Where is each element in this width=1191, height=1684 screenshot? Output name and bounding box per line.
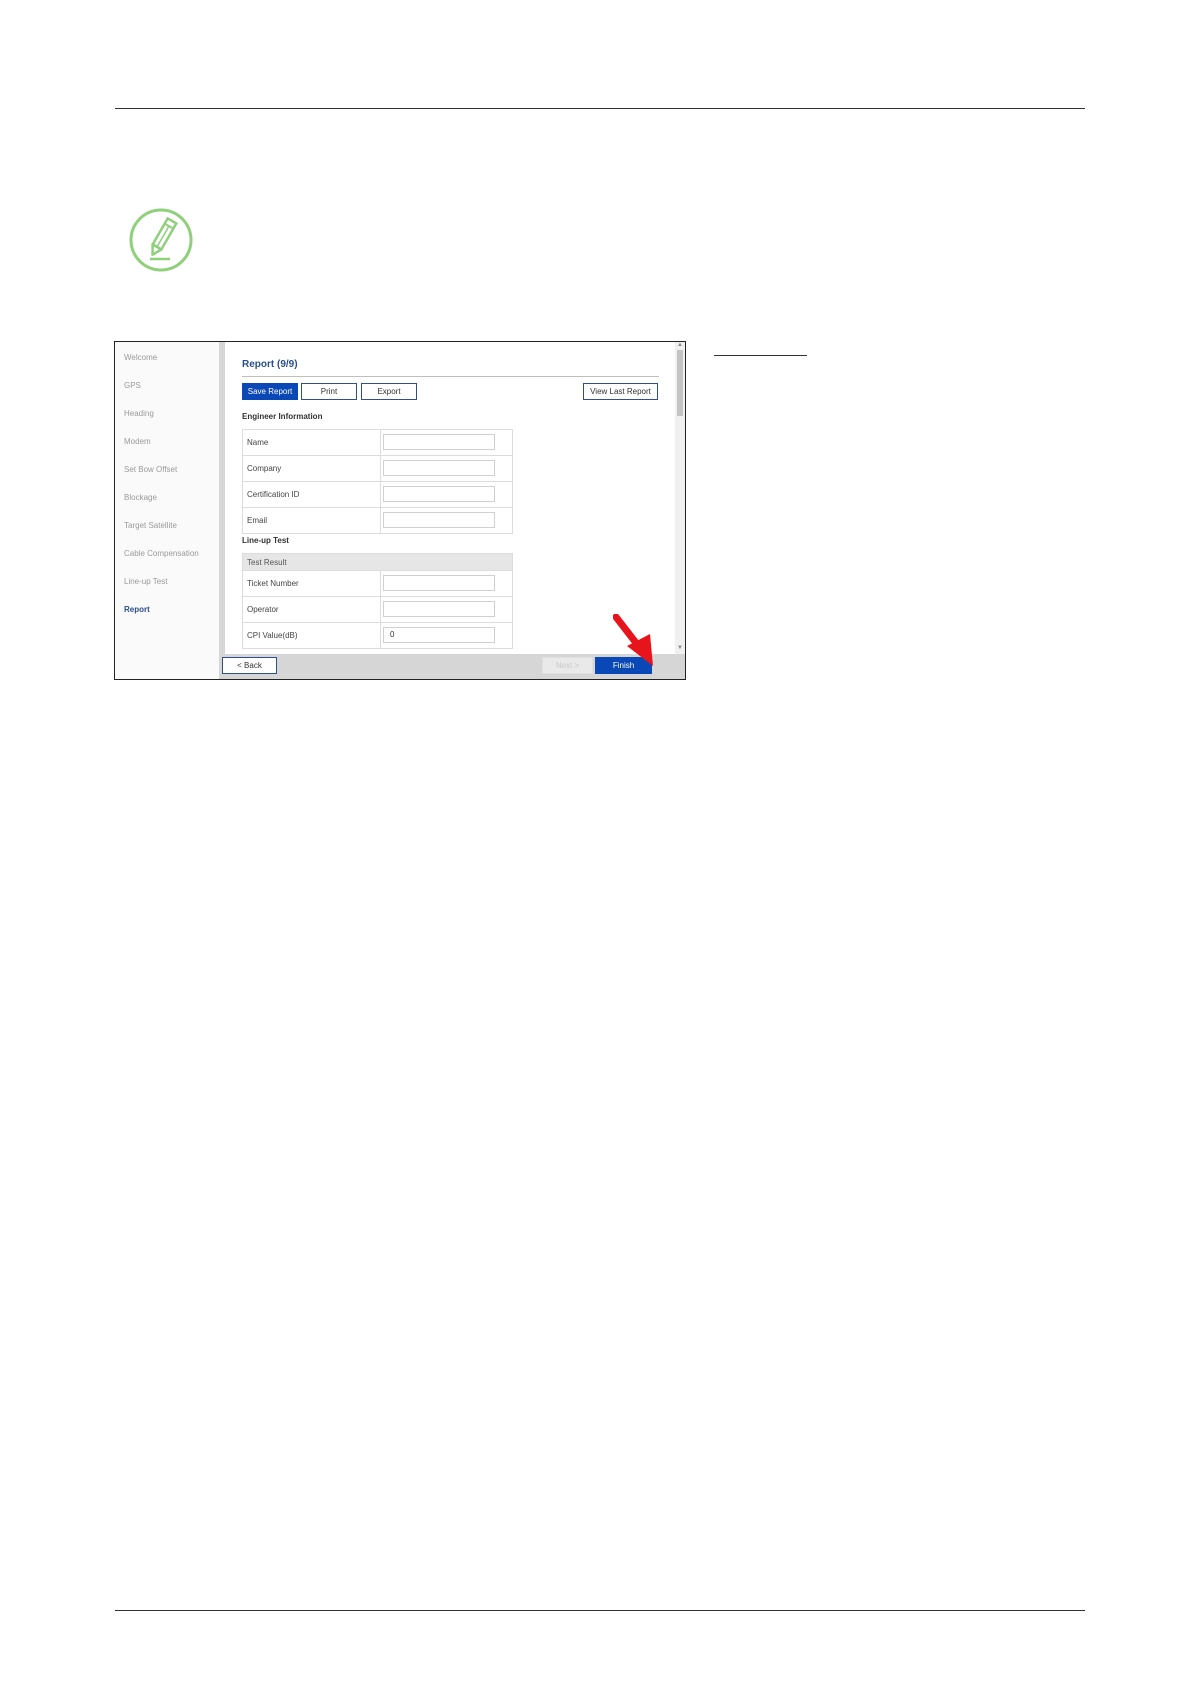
- ticket-number-label: Ticket Number: [247, 579, 299, 588]
- test-result-header: Test Result: [243, 554, 513, 571]
- lineup-test-table: Test Result Ticket Number Operator CPI V…: [242, 553, 513, 649]
- sidebar-item-report[interactable]: Report: [124, 605, 150, 614]
- name-field[interactable]: [383, 434, 495, 450]
- text-underline: [714, 355, 807, 356]
- wizard-sidebar: Welcome GPS Heading Modem Set Bow Offset…: [115, 342, 219, 679]
- email-label: Email: [247, 516, 268, 525]
- sidebar-item-set-bow-offset[interactable]: Set Bow Offset: [124, 465, 177, 474]
- report-content: Report (9/9) Save Report Print Export Vi…: [225, 342, 675, 654]
- title-divider: [242, 376, 659, 377]
- back-button[interactable]: < Back: [222, 657, 277, 674]
- table-row: Certification ID: [243, 482, 513, 508]
- scroll-thumb[interactable]: [677, 350, 683, 416]
- cpi-value-label: CPI Value(dB): [247, 631, 298, 640]
- print-button[interactable]: Print: [301, 383, 357, 400]
- table-row: Operator: [243, 597, 513, 623]
- header-rule: [115, 108, 1085, 109]
- note-pencil-icon: [129, 208, 193, 272]
- sidebar-item-blockage[interactable]: Blockage: [124, 493, 157, 502]
- footer-rule: [115, 1610, 1085, 1611]
- sidebar-item-welcome[interactable]: Welcome: [124, 353, 157, 362]
- scroll-up-icon[interactable]: ▲: [677, 342, 683, 348]
- export-button[interactable]: Export: [361, 383, 417, 400]
- lineup-test-heading: Line-up Test: [242, 536, 289, 545]
- table-row: Name: [243, 430, 513, 456]
- ticket-number-field[interactable]: [383, 575, 495, 591]
- engineer-information-table: Name Company Certification ID Email: [242, 429, 513, 534]
- red-arrow-icon: [613, 614, 653, 666]
- page-title: Report (9/9): [242, 359, 298, 370]
- sidebar-item-heading[interactable]: Heading: [124, 409, 154, 418]
- table-row: Ticket Number: [243, 571, 513, 597]
- operator-label: Operator: [247, 605, 279, 614]
- save-report-button[interactable]: Save Report: [242, 383, 298, 400]
- scroll-down-icon[interactable]: ▼: [677, 645, 683, 651]
- operator-field[interactable]: [383, 601, 495, 617]
- certification-id-field[interactable]: [383, 486, 495, 502]
- sidebar-item-modem[interactable]: Modem: [124, 437, 151, 446]
- next-button[interactable]: Next >: [542, 657, 593, 674]
- engineer-information-heading: Engineer Information: [242, 412, 323, 421]
- vertical-scrollbar[interactable]: ▲ ▼: [675, 342, 685, 654]
- name-label: Name: [247, 438, 269, 447]
- sidebar-item-cable-compensation[interactable]: Cable Compensation: [124, 549, 199, 558]
- view-last-report-button[interactable]: View Last Report: [583, 383, 658, 400]
- company-label: Company: [247, 464, 282, 473]
- table-row: Company: [243, 456, 513, 482]
- sidebar-item-target-satellite[interactable]: Target Satellite: [124, 521, 177, 530]
- table-row: Email: [243, 508, 513, 534]
- sidebar-item-lineup-test[interactable]: Line-up Test: [124, 577, 167, 586]
- email-field[interactable]: [383, 512, 495, 528]
- company-field[interactable]: [383, 460, 495, 476]
- installation-wizard-screenshot: Welcome GPS Heading Modem Set Bow Offset…: [114, 341, 686, 680]
- table-row: CPI Value(dB) 0: [243, 623, 513, 649]
- cpi-value-field[interactable]: 0: [383, 627, 495, 643]
- sidebar-item-gps[interactable]: GPS: [124, 381, 141, 390]
- certification-id-label: Certification ID: [247, 490, 300, 499]
